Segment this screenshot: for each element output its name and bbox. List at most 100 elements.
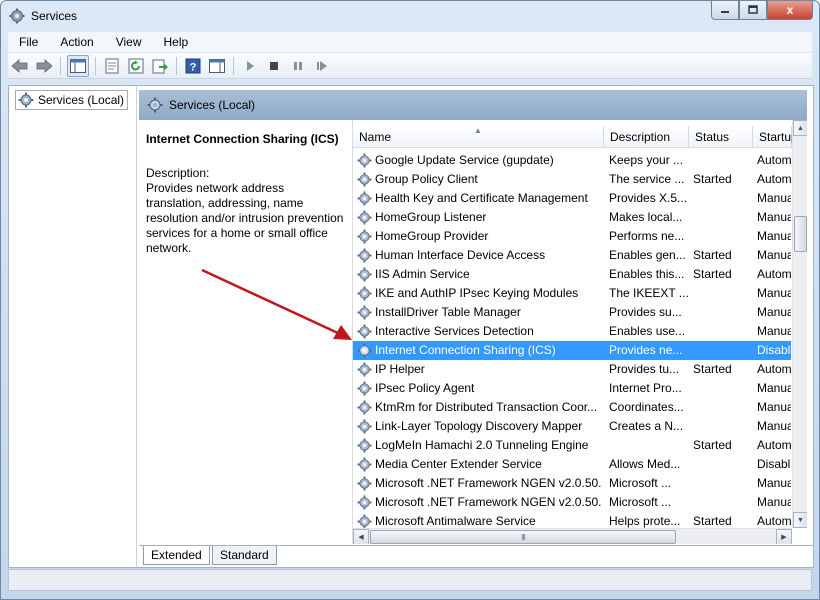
table-row[interactable]: InstallDriver Table Manager Provides su..… (353, 303, 791, 322)
service-description-cell: Enables use... (609, 324, 686, 338)
tree-item-services-local[interactable]: Services (Local) (15, 90, 129, 110)
scroll-left-button[interactable]: ◀ (353, 529, 369, 544)
menu-action[interactable]: Action (49, 35, 104, 49)
selected-service-name: Internet Connection Sharing (ICS) (146, 132, 339, 146)
chevron-right-icon: ▶ (781, 534, 787, 541)
service-startup-cell: Manua (757, 495, 791, 509)
service-status-cell (693, 455, 753, 474)
restart-icon (317, 60, 327, 71)
description-pane: Internet Connection Sharing (ICS) Descri… (139, 120, 351, 544)
service-startup-cell: Manua (757, 476, 791, 490)
forward-button[interactable] (34, 56, 54, 76)
help-button[interactable]: ? (183, 56, 203, 76)
table-row[interactable]: Link-Layer Topology Discovery Mapper Crea… (353, 417, 791, 436)
tab-extended[interactable]: Extended (143, 546, 210, 565)
panel-header: Services (Local) (139, 90, 807, 120)
refresh-button[interactable] (126, 56, 146, 76)
column-header-description[interactable]: Description (604, 126, 689, 148)
pause-service-button[interactable] (288, 56, 308, 76)
service-startup-cell: Manua (757, 324, 791, 338)
table-row[interactable]: Internet Connection Sharing (ICS) Provide… (353, 341, 791, 360)
table-row[interactable]: IPsec Policy Agent Internet Pro... Manua (353, 379, 791, 398)
toolbar-separator (176, 56, 177, 75)
table-row[interactable]: HomeGroup Provider Performs ne... Manua (353, 227, 791, 246)
service-gear-icon (357, 267, 372, 282)
start-service-button[interactable] (240, 56, 260, 76)
panel-title: Services (Local) (169, 98, 256, 112)
window-title: Services (31, 9, 78, 23)
services-gear-icon (18, 92, 34, 108)
minimize-button[interactable] (711, 1, 739, 20)
column-header-status[interactable]: Status (689, 126, 753, 148)
service-description-cell: The service ... (609, 172, 685, 186)
properties-button[interactable] (102, 56, 122, 76)
export-list-button[interactable] (150, 56, 170, 76)
restart-service-button[interactable] (312, 56, 332, 76)
stop-service-button[interactable] (264, 56, 284, 76)
toolbar-separator (95, 56, 96, 75)
chevron-up-icon: ▲ (797, 124, 804, 132)
vertical-scroll-thumb[interactable] (794, 216, 807, 252)
console-tree-icon (70, 58, 86, 73)
scroll-right-button[interactable]: ▶ (776, 529, 792, 544)
content-area: Services (Local) Services (Local) Intern… (8, 85, 814, 568)
service-name-cell: InstallDriver Table Manager (375, 305, 521, 319)
back-button[interactable] (10, 56, 30, 76)
table-row[interactable]: Health Key and Certificate Management Pro… (353, 189, 791, 208)
table-row[interactable]: HomeGroup Listener Makes local... Manua (353, 208, 791, 227)
service-status-cell (693, 341, 753, 360)
maximize-icon (748, 5, 758, 14)
service-name-cell: IP Helper (375, 362, 425, 376)
menu-file[interactable]: File (8, 35, 49, 49)
tab-standard[interactable]: Standard (212, 546, 277, 565)
horizontal-scrollbar[interactable]: ◀ III ▶ (353, 528, 792, 544)
description-label: Description: (146, 166, 210, 180)
scroll-up-button[interactable]: ▲ (793, 120, 807, 136)
vertical-scrollbar[interactable]: ▲ ▼ (792, 120, 807, 528)
table-row[interactable]: IP Helper Provides tu... Started Autom (353, 360, 791, 379)
service-startup-cell: Manua (757, 419, 791, 433)
service-status-cell: Started (693, 248, 732, 262)
service-name-cell: Microsoft .NET Framework NGEN v2.0.50... (375, 476, 601, 490)
service-name-cell: IPsec Policy Agent (375, 381, 475, 395)
table-row[interactable]: Media Center Extender Service Allows Med.… (353, 455, 791, 474)
column-header-startup[interactable]: Startup (753, 126, 798, 148)
service-status-cell (693, 398, 753, 417)
tab-standard-label: Standard (220, 548, 269, 562)
service-status-cell (693, 493, 753, 512)
table-row[interactable]: KtmRm for Distributed Transaction Coor..… (353, 398, 791, 417)
table-row[interactable]: LogMeIn Hamachi 2.0 Tunneling Engine Star… (353, 436, 791, 455)
table-row[interactable]: IIS Admin Service Enables this... Started A… (353, 265, 791, 284)
service-status-cell: Started (693, 267, 732, 281)
console-tree: Services (Local) (9, 86, 137, 567)
menu-view[interactable]: View (105, 35, 153, 49)
column-status-label: Status (695, 129, 730, 144)
show-hide-action-pane-button[interactable] (207, 56, 227, 76)
close-button[interactable]: x (767, 1, 813, 20)
service-status-cell (693, 227, 753, 246)
service-gear-icon (357, 191, 372, 206)
table-row[interactable]: Microsoft .NET Framework NGEN v2.0.50...… (353, 493, 791, 512)
service-name-cell: LogMeIn Hamachi 2.0 Tunneling Engine (375, 438, 589, 452)
maximize-button[interactable] (739, 1, 767, 20)
horizontal-scroll-thumb[interactable]: III (370, 530, 676, 544)
service-description-cell: Microsoft ... (609, 476, 672, 490)
tree-item-label: Services (Local) (38, 93, 125, 107)
table-row[interactable]: Interactive Services Detection Enables us… (353, 322, 791, 341)
table-row[interactable]: IKE and AuthIP IPsec Keying Modules The I… (353, 284, 791, 303)
scroll-down-button[interactable]: ▼ (793, 512, 807, 528)
column-description-label: Description (610, 129, 671, 144)
service-name-cell: HomeGroup Listener (375, 210, 487, 224)
service-startup-cell: Manua (757, 381, 791, 395)
service-startup-cell: Manua (757, 305, 791, 319)
scroll-grip-icon: III (521, 532, 526, 542)
title-bar[interactable]: Services x (1, 1, 819, 31)
menu-help[interactable]: Help (153, 35, 200, 49)
table-row[interactable]: Human Interface Device Access Enables gen… (353, 246, 791, 265)
table-row[interactable]: Microsoft .NET Framework NGEN v2.0.50...… (353, 474, 791, 493)
table-row[interactable]: Google Update Service (gupdate) Keeps you… (353, 151, 791, 170)
table-row[interactable]: Group Policy Client The service ... Starte… (353, 170, 791, 189)
show-hide-console-tree-button[interactable] (67, 54, 89, 77)
column-header-name[interactable]: Name ▲ (353, 126, 604, 148)
window-controls: x (711, 1, 813, 21)
